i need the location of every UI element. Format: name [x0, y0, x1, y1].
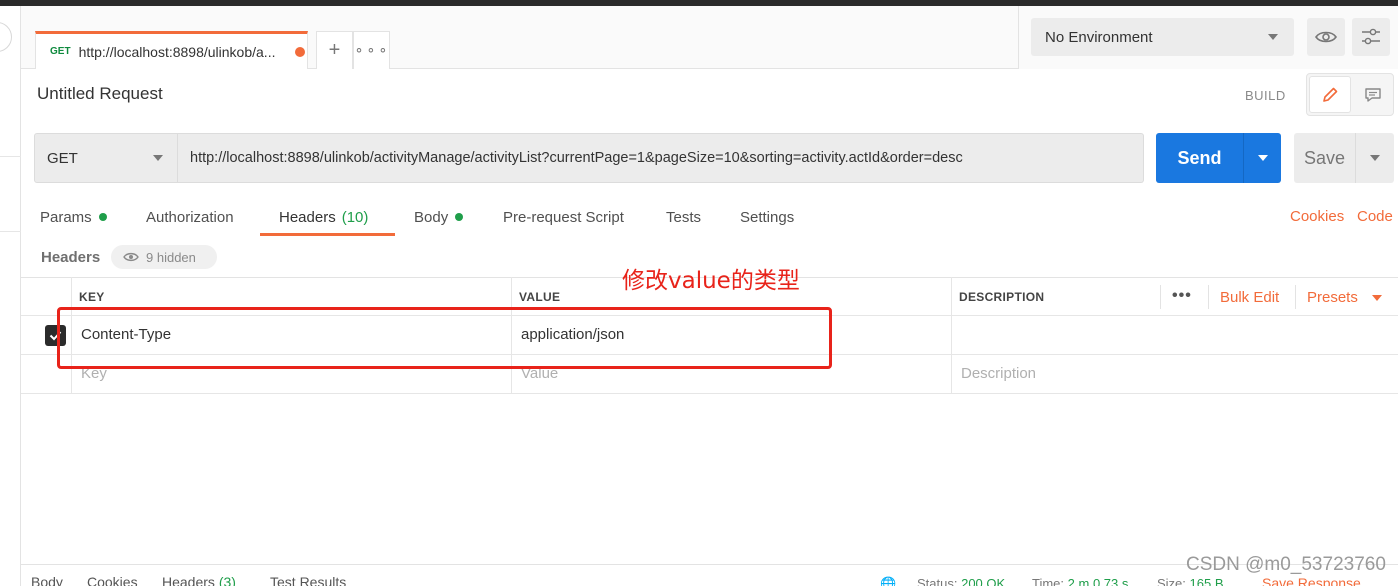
- environment-select[interactable]: No Environment: [1031, 18, 1294, 56]
- tab-tests-label: Tests: [666, 208, 702, 226]
- sidebar-avatar[interactable]: [0, 22, 12, 52]
- http-method-label: GET: [47, 149, 78, 167]
- url-input[interactable]: http://localhost:8898/ulinkob/activityMa…: [178, 133, 1144, 183]
- more-icon: ⚬⚬⚬: [353, 42, 390, 58]
- bulk-edit-link[interactable]: Bulk Edit: [1220, 289, 1279, 306]
- comment-icon: [1365, 87, 1381, 102]
- environment-label: No Environment: [1045, 28, 1153, 46]
- http-method-select[interactable]: GET: [34, 133, 178, 183]
- globe-icon: 🌐: [880, 576, 897, 586]
- request-tab-strip: GET http://localhost:8898/ulinkob/a... +…: [21, 6, 1018, 69]
- mode-toggle: [1306, 73, 1394, 116]
- response-tab-body[interactable]: Body: [31, 574, 63, 586]
- tab-authorization-label: Authorization: [146, 208, 234, 226]
- column-header-value: VALUE: [519, 290, 561, 304]
- response-tab-headers-label: Headers: [162, 574, 215, 586]
- send-label: Send: [1156, 133, 1244, 183]
- hidden-headers-label: 9 hidden: [146, 249, 196, 265]
- comments-button[interactable]: [1353, 74, 1393, 115]
- manage-environments-button[interactable]: [1352, 18, 1390, 56]
- save-response-button[interactable]: Save Response: [1262, 575, 1361, 586]
- chevron-down-icon: [1370, 155, 1380, 161]
- tab-settings[interactable]: Settings: [740, 207, 794, 227]
- response-tab-test-results[interactable]: Test Results: [270, 574, 346, 586]
- tab-tests[interactable]: Tests: [666, 207, 701, 227]
- presets-dropdown[interactable]: Presets: [1307, 289, 1383, 306]
- headers-section-title: Headers: [41, 249, 101, 266]
- cookies-link[interactable]: Cookies: [1290, 208, 1344, 225]
- active-tab-indicator: [260, 233, 395, 236]
- time-value: 2 m 0.73 s: [1067, 576, 1129, 586]
- save-button[interactable]: Save: [1294, 133, 1394, 183]
- presets-label: Presets: [1307, 289, 1358, 306]
- params-indicator-dot: [98, 213, 107, 221]
- tab-options-button[interactable]: ⚬⚬⚬: [353, 31, 390, 69]
- annotation-text: 修改value的类型: [622, 268, 800, 294]
- unsaved-indicator: [294, 46, 305, 57]
- time-label: Time:: [1032, 576, 1065, 586]
- tab-prerequest-label: Pre-request Script: [503, 208, 624, 226]
- tab-params[interactable]: Params: [40, 207, 107, 227]
- tab-settings-label: Settings: [740, 208, 795, 226]
- tab-authorization[interactable]: Authorization: [146, 207, 234, 227]
- tab-body-label: Body: [414, 208, 449, 226]
- response-headers-count: (3): [218, 574, 236, 586]
- send-button[interactable]: Send: [1156, 133, 1281, 183]
- annotation-highlight-box: [57, 307, 832, 369]
- size-label: Size:: [1157, 576, 1186, 586]
- tab-headers-label: Headers: [279, 208, 336, 226]
- chevron-down-icon: [153, 155, 163, 161]
- left-sidebar-edge: [0, 6, 21, 586]
- response-tab-headers[interactable]: Headers (3): [162, 574, 236, 586]
- response-status: Status: 200 OK: [917, 576, 1005, 586]
- sidebar-divider: [0, 156, 21, 157]
- column-header-description: DESCRIPTION: [959, 290, 1045, 304]
- chevron-down-icon: [1268, 34, 1278, 40]
- toolbar-separator: [1160, 285, 1161, 309]
- status-value: 200 OK: [961, 576, 1006, 586]
- toolbar-separator: [1295, 285, 1296, 309]
- sidebar-divider: [0, 231, 21, 232]
- save-options-dropdown[interactable]: [1356, 133, 1394, 183]
- save-label: Save: [1294, 133, 1356, 183]
- tab-body[interactable]: Body: [414, 207, 464, 227]
- environment-bar: No Environment: [1018, 6, 1398, 69]
- request-name[interactable]: Untitled Request: [37, 84, 163, 104]
- hidden-headers-toggle[interactable]: 9 hidden: [111, 245, 217, 269]
- response-time: Time: 2 m 0.73 s: [1032, 576, 1128, 586]
- mode-label: BUILD: [1245, 88, 1286, 103]
- table-options-button[interactable]: •••: [1172, 287, 1192, 305]
- eye-icon: [1315, 31, 1337, 43]
- watermark: CSDN @m0_53723760: [1186, 554, 1386, 575]
- chevron-down-icon: [1257, 155, 1268, 161]
- toolbar-separator: [1208, 285, 1209, 309]
- response-tab-cookies[interactable]: Cookies: [87, 574, 138, 586]
- tab-headers-count: (10): [341, 208, 369, 226]
- tab-pre-request-script[interactable]: Pre-request Script: [503, 207, 624, 227]
- eye-icon: [123, 252, 139, 262]
- request-tab[interactable]: GET http://localhost:8898/ulinkob/a...: [35, 31, 308, 69]
- size-value: 165 B: [1189, 576, 1224, 586]
- tab-title: http://localhost:8898/ulinkob/a...: [78, 43, 276, 60]
- body-indicator-dot: [455, 213, 464, 221]
- tab-headers[interactable]: Headers (10): [279, 207, 368, 227]
- pencil-icon: [1323, 87, 1338, 102]
- response-size: Size: 165 B: [1157, 576, 1224, 586]
- status-label: Status:: [917, 576, 958, 586]
- sliders-icon: [1362, 28, 1380, 45]
- new-description-input[interactable]: Description: [961, 365, 1036, 382]
- column-header-key: KEY: [79, 290, 105, 304]
- plus-icon: +: [328, 39, 341, 61]
- chevron-down-icon: [1372, 295, 1383, 302]
- column-divider: [951, 277, 952, 393]
- code-link[interactable]: Code: [1357, 208, 1393, 225]
- new-tab-button[interactable]: +: [316, 31, 353, 69]
- tab-method: GET: [50, 46, 71, 57]
- environment-quick-look-button[interactable]: [1307, 18, 1345, 56]
- send-options-dropdown[interactable]: [1244, 133, 1281, 183]
- tab-params-label: Params: [40, 208, 92, 226]
- edit-mode-button[interactable]: [1309, 76, 1351, 113]
